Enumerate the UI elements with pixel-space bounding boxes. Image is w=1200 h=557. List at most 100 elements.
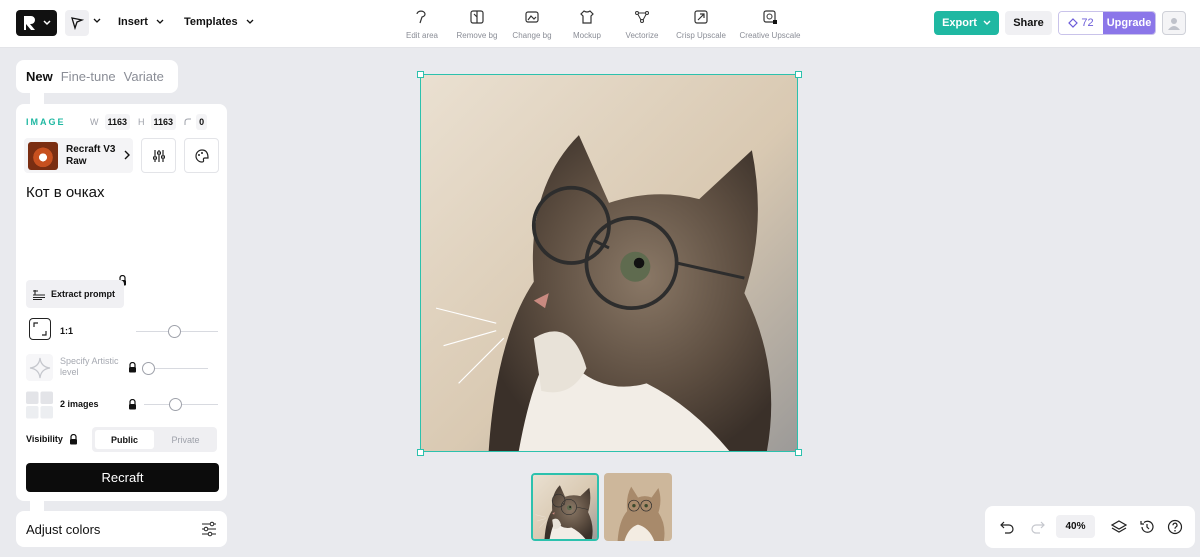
- resize-handle-bottom-left[interactable]: [417, 449, 424, 456]
- lock-icon: [129, 362, 136, 373]
- aspect-ratio-slider-handle[interactable]: [168, 325, 181, 338]
- lock-icon: [70, 434, 77, 445]
- share-button[interactable]: Share: [1005, 11, 1052, 35]
- model-selector[interactable]: Recraft V3 Raw: [24, 138, 133, 173]
- creative-upscale-icon: [763, 10, 777, 24]
- panel-connector: [30, 501, 44, 511]
- user-icon: [1168, 18, 1180, 30]
- mode-tabs: New Fine-tune Variate: [16, 60, 178, 93]
- upgrade-button[interactable]: Upgrade: [1103, 12, 1155, 34]
- user-avatar[interactable]: [1162, 11, 1186, 35]
- insert-menu[interactable]: Insert: [118, 16, 164, 28]
- zoom-level[interactable]: 40%: [1056, 515, 1095, 538]
- section-label: IMAGE: [26, 117, 66, 127]
- lock-icon: [129, 399, 136, 410]
- chevron-down-icon: [246, 19, 254, 24]
- image-count-label: 2 images: [60, 399, 99, 409]
- artistic-level-icon-box: [26, 354, 53, 381]
- chevron-down-icon: [43, 20, 51, 26]
- cat-thumbnail-image: [533, 475, 597, 539]
- model-name: Recraft V3 Raw: [66, 144, 116, 167]
- artistic-level-label: Specify Artistic level: [60, 356, 119, 377]
- chevron-right-icon: [124, 150, 130, 160]
- extract-prompt-label: Extract prompt: [51, 289, 116, 299]
- diamond-icon: [1068, 18, 1079, 28]
- crisp-upscale-tool[interactable]: Crisp Upscale: [661, 9, 741, 40]
- style-palette-button[interactable]: [184, 138, 219, 173]
- aspect-ratio-icon: [33, 322, 47, 336]
- visibility-toggle: Public Private: [92, 427, 217, 452]
- width-field[interactable]: W 1163: [90, 114, 131, 130]
- tab-fine-tune[interactable]: Fine-tune: [61, 69, 116, 84]
- edit-area-label: Edit area: [405, 31, 439, 40]
- aspect-ratio-label: 1:1: [60, 326, 74, 336]
- generation-panel: IMAGE W 1163 H 1163 0 Recraft V3 Raw Кот в…: [16, 104, 227, 501]
- logo-menu-button[interactable]: [16, 10, 57, 36]
- templates-menu-label: Templates: [184, 16, 238, 28]
- chevron-down-icon: [983, 20, 991, 25]
- cat-thumbnail-image: [604, 473, 672, 541]
- sliders-icon: [152, 149, 165, 162]
- panel-connector: [30, 93, 44, 104]
- history-icon[interactable]: [1139, 519, 1155, 535]
- image-count-icon-box: [26, 391, 53, 418]
- layers-icon[interactable]: [1111, 519, 1127, 535]
- visibility-public-option[interactable]: Public: [95, 430, 154, 449]
- help-icon[interactable]: [1167, 519, 1183, 535]
- credits-upgrade-group: 72 Upgrade: [1058, 11, 1156, 35]
- recraft-generate-button[interactable]: Recraft: [26, 463, 219, 492]
- vectorize-label: Vectorize: [625, 31, 659, 40]
- variant-thumbnail-1[interactable]: [531, 473, 599, 541]
- tab-new[interactable]: New: [26, 69, 53, 84]
- select-tool-button[interactable]: [65, 10, 89, 36]
- model-thumbnail: [28, 142, 58, 170]
- change-bg-icon: [525, 11, 539, 23]
- resize-handle-top-right[interactable]: [795, 71, 802, 78]
- visibility-label: Visibility: [26, 434, 63, 444]
- remove-bg-icon: [470, 10, 484, 24]
- mockup-label: Mockup: [572, 31, 601, 40]
- edit-area-icon: [416, 10, 426, 24]
- top-bar: Insert Templates Edit area Remove bg Cha…: [0, 0, 1200, 48]
- settings-sliders-button[interactable]: [141, 138, 176, 173]
- width-key: W: [90, 117, 99, 127]
- sparkle-icon: [29, 357, 50, 378]
- height-key: H: [138, 117, 145, 127]
- tab-variate[interactable]: Variate: [124, 69, 164, 84]
- cursor-arrow-icon: [71, 17, 84, 30]
- height-value: 1163: [150, 114, 177, 130]
- resize-handle-top-left[interactable]: [417, 71, 424, 78]
- tool-chevron-down-icon[interactable]: [93, 18, 101, 24]
- chevron-down-icon: [156, 19, 164, 24]
- text-lines-icon: [33, 289, 45, 300]
- undo-icon[interactable]: [999, 519, 1015, 535]
- visibility-private-option[interactable]: Private: [156, 430, 215, 449]
- artistic-level-slider-handle[interactable]: [142, 362, 155, 375]
- creative-upscale-tool[interactable]: Creative Upscale: [730, 9, 810, 40]
- width-value: 1163: [104, 114, 131, 130]
- image-count-slider-handle[interactable]: [169, 398, 182, 411]
- view-controls: 40%: [985, 506, 1195, 548]
- corner-radius-icon: [184, 118, 192, 125]
- export-button[interactable]: Export: [934, 11, 999, 35]
- creative-upscale-label: Creative Upscale: [739, 31, 801, 40]
- mockup-shirt-icon: [580, 10, 594, 24]
- adjust-sliders-icon: [202, 521, 216, 537]
- vectorize-icon: [635, 11, 649, 23]
- credits-count[interactable]: 72: [1059, 12, 1103, 34]
- aspect-ratio-button[interactable]: [29, 318, 51, 340]
- canvas-selected-image[interactable]: [420, 74, 798, 452]
- resize-handle-bottom-right[interactable]: [795, 449, 802, 456]
- templates-menu[interactable]: Templates: [184, 16, 254, 28]
- height-field[interactable]: H 1163: [138, 114, 177, 130]
- adjust-colors-panel[interactable]: Adjust colors: [16, 511, 227, 547]
- prompt-input[interactable]: Кот в очках: [26, 184, 105, 201]
- crisp-upscale-label: Crisp Upscale: [676, 31, 726, 40]
- image-size-row: IMAGE W 1163 H 1163 0: [26, 114, 215, 130]
- change-bg-label: Change bg: [512, 31, 552, 40]
- redo-icon[interactable]: [1030, 519, 1046, 535]
- adjust-colors-label: Adjust colors: [26, 521, 101, 537]
- extract-prompt-button[interactable]: Extract prompt: [26, 280, 124, 308]
- corner-radius-field[interactable]: 0: [184, 114, 208, 130]
- variant-thumbnail-2[interactable]: [604, 473, 672, 541]
